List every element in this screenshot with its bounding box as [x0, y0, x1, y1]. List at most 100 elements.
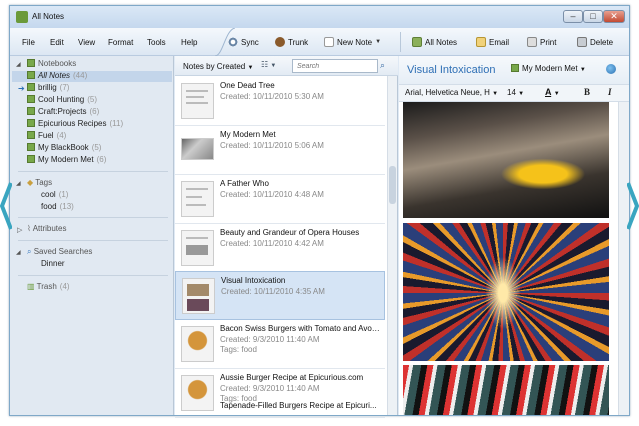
- sync-button[interactable]: Sync: [228, 37, 259, 47]
- sidebar-item-trash[interactable]: ▥ Trash (4): [27, 282, 70, 293]
- notebook-selector[interactable]: My Modern Met ▼: [511, 64, 586, 73]
- next-arrow-icon[interactable]: [627, 181, 639, 231]
- italic-button[interactable]: I: [608, 87, 612, 97]
- editor-scrollbar[interactable]: [618, 102, 629, 415]
- sidebar-item-my-modern-met[interactable]: My Modern Met (6): [27, 155, 106, 166]
- evernote-app-icon: [16, 11, 28, 23]
- sidebar-item-tag-cool[interactable]: cool (1): [41, 190, 68, 201]
- note-list-item[interactable]: Tapenade-Filled Burgers Recipe at Epicur…: [175, 398, 385, 415]
- text-color-icon: A: [545, 87, 552, 97]
- sidebar-item-brillig[interactable]: brillig (7): [27, 83, 69, 94]
- note-created: Created: 10/11/2010 5:06 AM: [220, 141, 324, 150]
- note-body[interactable]: [399, 102, 618, 415]
- text-color-button[interactable]: A ▼: [545, 87, 560, 97]
- sidebar-item-tag-food[interactable]: food (13): [41, 202, 74, 213]
- collapse-arrow-icon[interactable]: ◢: [16, 249, 21, 256]
- menu-view[interactable]: View: [78, 38, 95, 47]
- tag-count: (1): [58, 190, 69, 199]
- note-list-scrollbar[interactable]: [387, 76, 397, 415]
- tags-header[interactable]: ◆ Tags: [27, 178, 52, 189]
- attributes-header[interactable]: ⌇ Attributes: [27, 224, 66, 235]
- note-image-taxi: [403, 102, 609, 218]
- notebook-icon: [511, 64, 519, 72]
- previous-arrow-icon[interactable]: [0, 181, 12, 231]
- trash-icon: ▥: [27, 282, 37, 291]
- menu-tools[interactable]: Tools: [147, 38, 166, 47]
- note-count: (44): [73, 71, 88, 80]
- sidebar-item-fuel[interactable]: Fuel (4): [27, 131, 66, 142]
- all-notes-button[interactable]: All Notes: [412, 37, 457, 47]
- font-size-select[interactable]: 14 ▼: [507, 88, 524, 97]
- divider: [18, 275, 168, 276]
- font-size-label: 14: [507, 88, 516, 97]
- toolbar-separator: [400, 32, 401, 52]
- note-thumbnail: [181, 83, 214, 119]
- notebook-icon: [27, 131, 35, 139]
- thumb-line: [186, 96, 204, 98]
- saved-searches-header[interactable]: ⌕ Saved Searches: [27, 247, 92, 258]
- note-count: (5): [91, 143, 102, 152]
- menu-edit[interactable]: Edit: [50, 38, 64, 47]
- tag-icon: ◆: [27, 178, 36, 187]
- note-list-item[interactable]: One Dead Tree Created: 10/11/2010 5:30 A…: [175, 77, 385, 126]
- collapse-arrow-icon[interactable]: ◢: [16, 61, 21, 68]
- note-list-item[interactable]: Beauty and Grandeur of Opera Houses Crea…: [175, 224, 385, 273]
- minimize-button[interactable]: –: [563, 10, 583, 23]
- sidebar-item-saved-search-dinner[interactable]: Dinner: [41, 259, 65, 270]
- sidebar-item-cool-hunting[interactable]: Cool Hunting (5): [27, 95, 97, 106]
- note-title: A Father Who: [220, 179, 269, 188]
- sidebar-item-all-notes[interactable]: All Notes (44): [12, 71, 172, 82]
- notebooks-header[interactable]: Notebooks: [27, 59, 76, 70]
- tag-count: (13): [59, 202, 74, 211]
- note-list-item-selected[interactable]: Visual Intoxication Created: 10/11/2010 …: [175, 271, 385, 320]
- search-icon[interactable]: ⌕: [380, 60, 385, 71]
- chevron-down-icon: ▼: [247, 65, 254, 71]
- note-list-item[interactable]: My Modern Met Created: 10/11/2010 5:06 A…: [175, 126, 385, 175]
- view-options-button[interactable]: ☷ ▼: [261, 60, 283, 72]
- sidebar-item-epicurious[interactable]: Epicurious Recipes (11): [27, 119, 123, 130]
- divider: [18, 240, 168, 241]
- all-notes-label: All Notes: [38, 71, 71, 80]
- notebook-label: Epicurious Recipes: [38, 119, 107, 128]
- close-button[interactable]: ✕: [603, 10, 625, 23]
- expand-arrow-icon[interactable]: ▷: [17, 226, 22, 234]
- note-thumbnail: [181, 138, 214, 160]
- sidebar-item-my-blackbook[interactable]: My BlackBook (5): [27, 143, 101, 154]
- notebook-icon: [27, 143, 35, 151]
- note-count: (7): [59, 83, 70, 92]
- note-created: Created: 10/11/2010 4:35 AM: [221, 287, 325, 296]
- tag-label: food: [41, 202, 57, 211]
- note-thumbnail: [181, 230, 214, 266]
- menu-file[interactable]: File: [22, 38, 35, 47]
- note-title-field[interactable]: Visual Intoxication: [407, 64, 495, 76]
- menu-help[interactable]: Help: [181, 38, 197, 47]
- maximize-button[interactable]: □: [583, 10, 603, 23]
- search-input[interactable]: [292, 59, 378, 73]
- trunk-icon: [275, 37, 285, 47]
- thumb-line: [186, 204, 206, 206]
- menu-format[interactable]: Format: [108, 38, 133, 47]
- scrollbar-thumb[interactable]: [389, 166, 396, 204]
- notebook-label: My Modern Met: [38, 155, 94, 164]
- trunk-button[interactable]: Trunk: [275, 37, 308, 47]
- sort-dropdown[interactable]: Notes by Created ▼: [183, 62, 253, 71]
- note-list-item[interactable]: A Father Who Created: 10/11/2010 4:48 AM: [175, 175, 385, 224]
- note-title: One Dead Tree: [220, 81, 275, 90]
- chevron-down-icon: ▼: [270, 63, 277, 69]
- collapse-arrow-icon[interactable]: ◢: [16, 180, 21, 187]
- new-note-button[interactable]: New Note ▼: [324, 37, 381, 47]
- thumb-line: [186, 188, 208, 190]
- email-button[interactable]: Email: [476, 37, 509, 47]
- delete-button[interactable]: Delete: [577, 37, 613, 47]
- print-button[interactable]: Print: [527, 37, 556, 47]
- note-created: Created: 10/11/2010 5:30 AM: [220, 92, 324, 101]
- globe-icon[interactable]: [606, 64, 616, 74]
- bold-button[interactable]: B: [584, 87, 590, 97]
- sidebar-item-craft-projects[interactable]: Craft:Projects (6): [27, 107, 99, 118]
- notebook-selector-label: My Modern Met: [522, 64, 578, 73]
- note-title: Aussie Burger Recipe at Epicurious.com: [220, 373, 364, 382]
- font-family-select[interactable]: Arial, Helvetica Neue, H ▼: [405, 88, 498, 97]
- notebook-label: Fuel: [38, 131, 54, 140]
- note-list-item[interactable]: Bacon Swiss Burgers with Tomato and Avoc…: [175, 320, 385, 369]
- chevron-down-icon[interactable]: ▼: [375, 39, 381, 45]
